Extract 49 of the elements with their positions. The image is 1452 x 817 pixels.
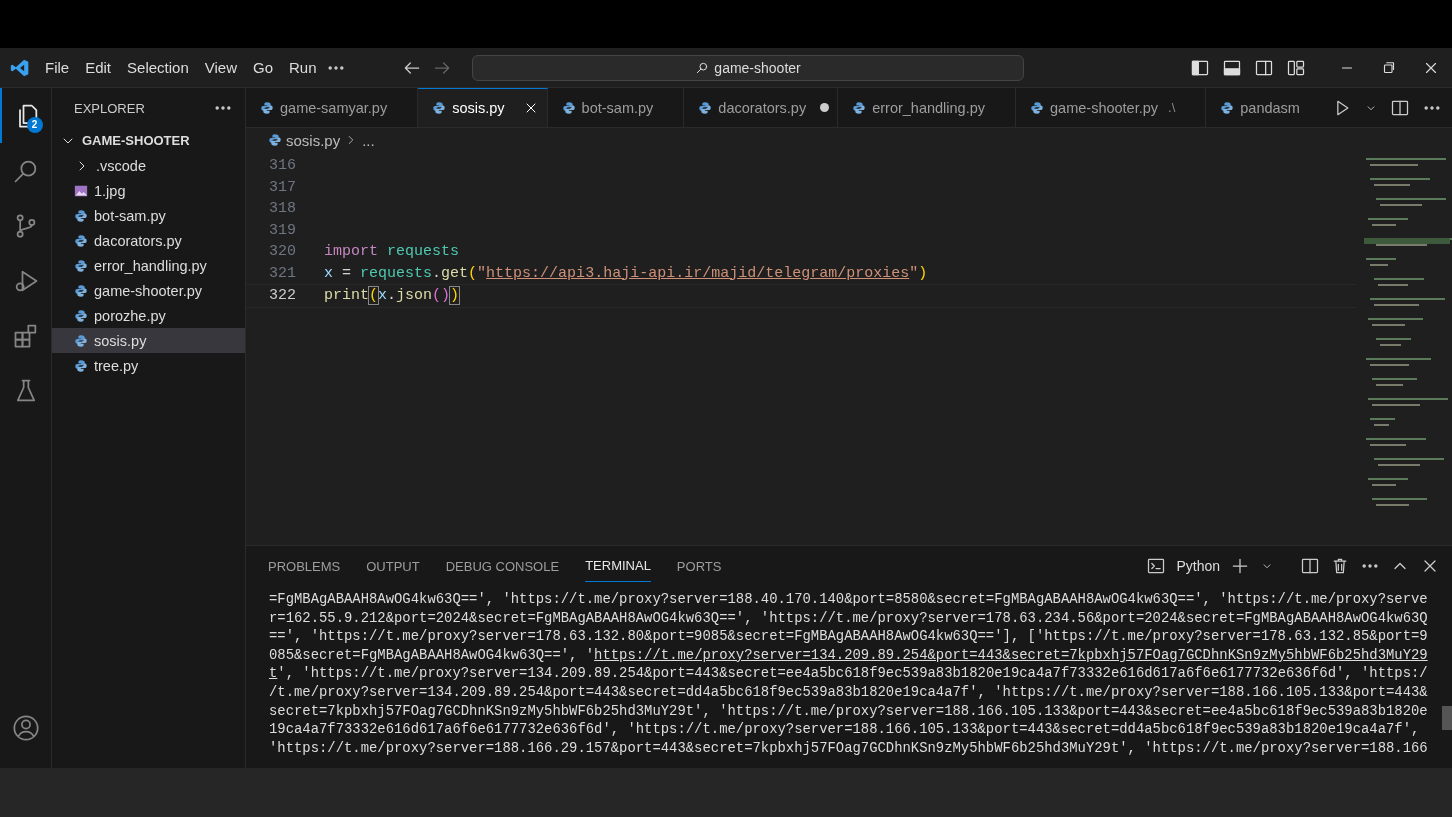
sidebar-title: EXPLORER — [74, 100, 145, 116]
terminal-output: 19ca4a7f73332e616d617a6f6e6177732e636f6d', 'https://t.me/proxy?server=188.166.105.133&port=443&secret=dd4a5bc618f9ec539a83b1820e19ca4a7f', — [269, 721, 1420, 738]
line-number: 320 — [268, 243, 296, 261]
notification-badge: 2 — [26, 117, 43, 133]
line-number: 318 — [268, 200, 296, 218]
terminal-link[interactable]: t — [269, 665, 278, 682]
panel-tab[interactable]: TERMINAL — [585, 550, 651, 582]
terminal-output: 'https://t.me/proxy?server=188.166.29.157&port=443&secret=7kpbxhj57FOag7GCDhnKSn9zMy5hbWF6b25hd3MuY29t', 'https://t.me/proxy?server=188.166 — [269, 739, 1428, 756]
file-tree-item[interactable]: tree.py — [52, 353, 245, 378]
terminal-name[interactable]: Python — [1176, 558, 1220, 574]
line-number: 319 — [268, 221, 296, 239]
terminal-output: =FgMBAgABAAH8AwOG4kw63Q==', 'https://t.me/proxy?server=188.40.170.140&port=8580&secret=FgMBAgABAAH8AwOG4kw63Q==', 'https://t.me/proxy?serve — [269, 591, 1428, 607]
line-number: 317 — [268, 178, 296, 196]
folder-header[interactable]: GAME-SHOOTER — [52, 128, 245, 153]
line-number: 322 — [268, 287, 296, 305]
file-tree-item[interactable]: game-shooter.py — [52, 278, 245, 303]
terminal-output: 085&secret=FgMBAgABAAH8AwOG4kw63Q==', ' — [269, 646, 595, 663]
file-tree-item[interactable]: dacorators.py — [52, 228, 245, 253]
terminal-output: r=162.55.9.212&port=2024&secret=FgMBAgABAAH8AwOG4kw63Q==', 'https://t.me/proxy?server=178.63.234.56&port=2024&secret=FgMBAgABAAH8AwOG4kw63Q — [269, 609, 1428, 626]
menu-item[interactable]: Go — [246, 55, 280, 80]
menu-item[interactable]: View — [197, 55, 244, 80]
file-tree-item[interactable]: sosis.py — [52, 328, 245, 353]
code-line: import requests — [324, 243, 460, 261]
file-tree-item[interactable]: bot-sam.py — [52, 203, 245, 228]
file-tree-item[interactable]: porozhe.py — [52, 303, 245, 328]
panel-tab[interactable]: PROBLEMS — [268, 550, 341, 582]
panel-tab[interactable]: PORTS — [676, 550, 722, 582]
terminal-output: secret=7kpbxhj57FOag7GCDhnKSn9zMy5hbWF6b25hd3MuY29t', 'https://t.me/proxy?server=188.166.105.133&port=443&secret=ee4a5bc618f9ec539a83b1820e — [269, 702, 1428, 719]
menu-item[interactable]: Run — [282, 55, 324, 80]
code-line: x = requests.get("https://api3.haji-api.ir/majid/telegram/proxies") — [324, 264, 928, 282]
breadcrumb-item[interactable]: sosis.py — [286, 131, 341, 149]
terminal-link[interactable]: https://t.me/proxy?server=134.209.89.254&port=443&secret=7kpbxhj57FOag7GCDhnKSn9zMy5hbWF6b25hd3MuY29 — [594, 646, 1428, 663]
command-center[interactable]: game-shooter — [471, 54, 1024, 81]
panel-tab[interactable]: DEBUG CONSOLE — [445, 550, 560, 582]
terminal-output: ', 'https://t.me/proxy?server=134.209.89.254&port=443&secret=ee4a5bc618f9ec539a83b1820e19ca4a7f73332e616d617a6f6e6177732e636f6d', 'https:/ — [277, 665, 1428, 682]
file-tree-item[interactable]: error_handling.py — [52, 253, 245, 278]
file-tree-item[interactable]: 1.jpg — [52, 178, 245, 203]
menu-item[interactable]: File — [38, 55, 77, 80]
terminal-output: /t.me/proxy?server=134.209.89.254&port=443&secret=dd4a5bc618f9ec539a83b1820e19ca4a7f', 'https://t.me/proxy?server=188.166.105.133&port=443& — [269, 683, 1428, 700]
line-number: 316 — [268, 157, 296, 175]
menu-item[interactable]: Selection — [120, 55, 196, 80]
editor-tab[interactable]: sosis.py — [418, 88, 548, 127]
breadcrumb-item[interactable]: ... — [362, 131, 375, 149]
line-number: 321 — [268, 264, 296, 282]
file-tree-item[interactable]: .vscode — [52, 153, 245, 178]
menu-item[interactable]: Edit — [78, 55, 119, 80]
terminal-output: ==', 'https://t.me/proxy?server=178.63.132.80&port=9085&secret=FgMBAgABAAH8AwOG4kw63Q=='], ['https://t.me/proxy?server=178.63.132.85&port=9 — [269, 628, 1428, 645]
code-line: print(x.json()) — [324, 287, 460, 305]
panel-tab[interactable]: OUTPUT — [366, 550, 420, 582]
